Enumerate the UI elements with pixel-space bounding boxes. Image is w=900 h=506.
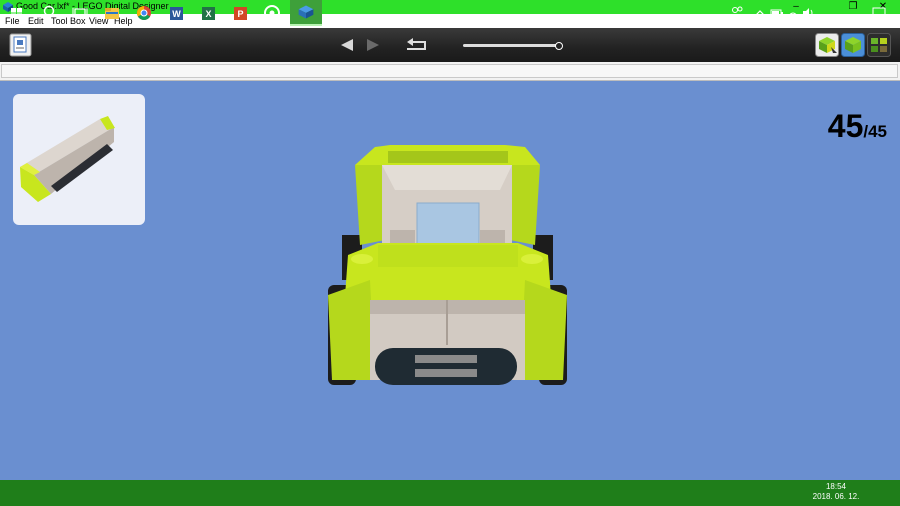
wifi-icon[interactable] [786,0,800,26]
battery-icon[interactable] [770,0,784,26]
step-counter: 45/45 [828,108,887,145]
svg-text:P: P [237,9,243,19]
rewind-icon[interactable] [403,36,429,54]
step-slider-thumb[interactable] [555,42,563,50]
view-mode-icon[interactable] [841,33,865,57]
brick-preview-image [20,116,115,202]
svg-text:W: W [172,9,181,19]
file-explorer-icon[interactable] [96,0,128,26]
chrome-icon[interactable] [128,0,160,26]
building-guide-icon[interactable] [9,33,32,57]
volume-icon[interactable] [801,0,815,26]
task-view-icon[interactable] [64,0,96,26]
build-mode-icon[interactable] [815,33,839,57]
building-guide-mode-icon[interactable] [867,33,891,57]
system-clock[interactable]: 18:54 2018. 06. 12. [812,482,860,502]
step-slider-track[interactable] [463,44,558,47]
chevron-up-icon[interactable] [754,0,766,26]
svg-text:X: X [205,9,211,19]
lego-digital-designer-icon[interactable] [290,0,322,26]
taskbar [0,480,900,506]
previous-step-icon[interactable] [340,38,354,52]
current-step: 45 [827,108,864,144]
word-icon[interactable]: W [160,0,192,26]
left-fender [328,280,375,380]
toolbar [0,28,900,62]
search-icon[interactable] [32,0,64,26]
powerpoint-icon[interactable]: P [224,0,256,26]
front-bumper [375,348,517,385]
groove-icon[interactable] [256,0,288,26]
windshield [416,202,480,249]
step-brick-preview [13,94,145,225]
right-fender [520,280,567,380]
people-icon[interactable] [728,0,746,26]
clock-time: 18:54 [825,482,847,491]
clock-date: 2018. 06. 12. [812,492,860,501]
total-steps: /45 [863,122,887,141]
notifications-icon[interactable] [870,0,888,26]
excel-icon[interactable]: X [192,0,224,26]
next-step-icon[interactable] [366,38,380,52]
start-icon[interactable] [0,0,32,26]
options-bar-field [1,64,898,78]
restore-button[interactable]: ❐ [838,0,868,14]
car-model[interactable] [320,135,575,390]
